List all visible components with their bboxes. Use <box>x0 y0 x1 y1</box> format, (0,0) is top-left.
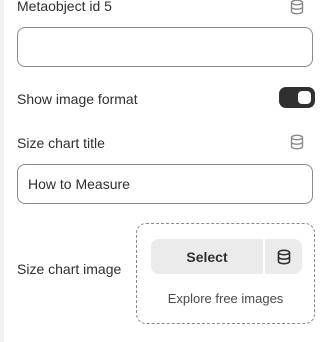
database-icon[interactable] <box>289 0 305 15</box>
select-button-group: Select <box>151 239 302 274</box>
dynamic-source-button[interactable] <box>265 239 302 274</box>
size-chart-title-input[interactable]: How to Measure <box>17 164 313 204</box>
metaobject-id-label: Metaobject id 5 <box>17 0 112 14</box>
show-image-format-toggle[interactable] <box>279 87 315 108</box>
metaobject-id-input[interactable] <box>17 27 313 67</box>
explore-free-images-link[interactable]: Explore free images <box>137 291 314 306</box>
size-chart-image-picker[interactable]: Select Explore free images <box>136 223 315 324</box>
select-image-button[interactable]: Select <box>151 239 263 274</box>
panel-edge <box>0 0 4 342</box>
size-chart-title-label: Size chart title <box>17 135 105 151</box>
toggle-knob <box>298 91 311 104</box>
show-image-format-label: Show image format <box>17 91 138 107</box>
database-icon <box>276 248 292 265</box>
database-icon[interactable] <box>289 134 305 150</box>
size-chart-image-label: Size chart image <box>17 261 122 277</box>
